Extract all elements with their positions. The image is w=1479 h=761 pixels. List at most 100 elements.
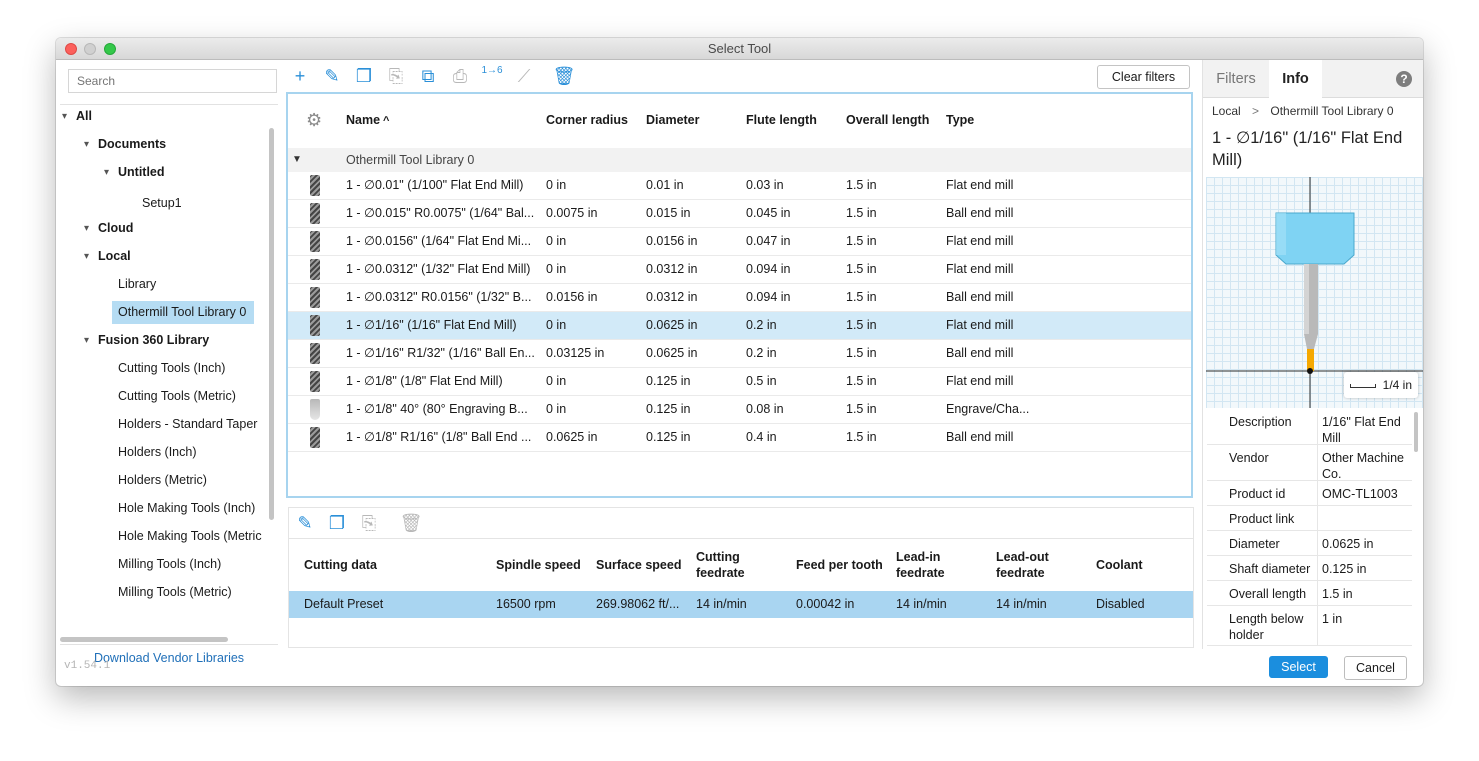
table-cell: 1.5 in (846, 402, 877, 416)
chevron-down-icon[interactable]: ▾ (84, 217, 89, 240)
column-header[interactable]: Name ^ (346, 94, 389, 146)
table-row[interactable]: 1 - ∅1/8" (1/8" Flat End Mill) 0 in 0.125 … (288, 368, 1191, 396)
table-row[interactable]: 1 - ∅1/8" 40° (80° Engraving B... 0 in 0.1… (288, 396, 1191, 424)
cutting-column-header[interactable]: Lead-out feedrate (996, 539, 1049, 590)
table-cell: Flat end mill (946, 374, 1014, 388)
property-key: Diameter (1229, 537, 1280, 551)
edit-icon[interactable]: ✎ (320, 63, 344, 89)
collapse-triangle-icon[interactable]: ▼ (292, 148, 302, 172)
tree-item[interactable]: Othermill Tool Library 0 (112, 301, 255, 324)
paste-icon[interactable]: ⎘ (357, 510, 381, 536)
column-header[interactable]: Overall length (846, 94, 929, 146)
tree-item[interactable]: Library (118, 273, 156, 296)
tree-item[interactable]: Holders (Metric) (118, 469, 207, 492)
column-header[interactable]: Type (946, 94, 974, 146)
clear-filters-button[interactable]: Clear filters (1097, 65, 1190, 89)
cutting-column-header[interactable]: Lead-in feedrate (896, 539, 945, 590)
tree-item[interactable]: Cutting Tools (Inch) (118, 357, 225, 380)
table-row[interactable]: 1 - ∅1/16" (1/16" Flat End Mill) 0 in 0.06… (288, 312, 1191, 340)
zoom-window-button[interactable] (104, 43, 116, 55)
tree-item[interactable]: ▾ Untitled (104, 161, 165, 184)
tab-filters[interactable]: Filters (1203, 60, 1269, 98)
tree-item[interactable]: Milling Tools (Inch) (118, 553, 221, 576)
duplicate-icon[interactable]: ⧉ (416, 63, 440, 89)
table-row[interactable]: 1 - ∅0.0312" (1/32" Flat End Mill) 0 in 0.… (288, 256, 1191, 284)
tab-info[interactable]: Info (1269, 60, 1322, 99)
chevron-down-icon[interactable]: ▾ (84, 245, 89, 268)
column-header[interactable]: Flute length (746, 94, 817, 146)
chevron-down-icon[interactable]: ▾ (84, 329, 89, 352)
tree-horizontal-scrollbar[interactable] (60, 637, 228, 642)
tree-item[interactable]: ▾ Local (84, 245, 131, 268)
table-cell: 0.0156 in (646, 234, 698, 248)
ruler-icon (1350, 384, 1376, 388)
table-cell: 0 in (546, 318, 567, 332)
column-header[interactable]: Corner radius (546, 94, 628, 146)
renumber-icon[interactable]: 1→6 (480, 63, 504, 89)
cutting-column-header[interactable]: Cutting data (304, 539, 377, 590)
column-header[interactable]: Diameter (646, 94, 700, 146)
cancel-button[interactable]: Cancel (1344, 656, 1407, 680)
table-row[interactable]: 1 - ∅0.01" (1/100" Flat End Mill) 0 in 0.0… (288, 172, 1191, 200)
tree-item-label: Documents (98, 137, 167, 151)
tree-item[interactable]: Holders (Inch) (118, 441, 197, 464)
gear-icon[interactable]: ⚙ (306, 111, 322, 129)
properties-scrollbar[interactable] (1414, 412, 1418, 452)
tree-item[interactable]: Holders - Standard Taper (118, 413, 257, 436)
tool-preview[interactable]: 1/4 in (1206, 177, 1423, 408)
table-cell: 0.125 in (646, 430, 691, 444)
select-button[interactable]: Select (1269, 656, 1328, 678)
table-cell: Engrave/Cha... (946, 402, 1030, 416)
library-group-row[interactable]: ▼ Othermill Tool Library 0 (288, 148, 1191, 172)
cutting-column-header[interactable]: Surface speed (596, 539, 681, 590)
copy-icon[interactable]: ❐ (325, 510, 349, 536)
tree-item[interactable]: ▾ All (62, 105, 92, 128)
chevron-down-icon[interactable]: ▾ (84, 133, 89, 156)
tree-item[interactable]: Milling Tools (Metric) (118, 581, 232, 604)
tree-item[interactable]: Hole Making Tools (Metric (118, 525, 262, 548)
cutting-data-row[interactable]: Default Preset 16500 rpm 269.98062 ft/... 1… (289, 591, 1193, 618)
tree-item[interactable]: Cutting Tools (Metric) (118, 385, 236, 408)
tree-item-label: Othermill Tool Library 0 (118, 305, 247, 319)
table-row[interactable]: 1 - ∅1/8" R1/16" (1/8" Ball End ... 0.062… (288, 424, 1191, 452)
table-row[interactable]: 1 - ∅1/16" R1/32" (1/16" Ball En... 0.031… (288, 340, 1191, 368)
table-row[interactable]: 1 - ∅0.0156" (1/64" Flat End Mi... 0 in 0.… (288, 228, 1191, 256)
cutting-column-header-label: Coolant (1096, 557, 1143, 572)
cutting-column-header[interactable]: Feed per tooth (796, 539, 883, 590)
library-search-input[interactable] (68, 69, 277, 93)
cutting-column-header[interactable]: Coolant (1096, 539, 1143, 590)
edit-icon[interactable]: ✎ (293, 510, 317, 536)
chevron-down-icon[interactable]: ▾ (62, 105, 67, 128)
delete-icon[interactable]: 🗑 (399, 510, 423, 536)
minimize-window-button[interactable] (84, 43, 96, 55)
tree-item[interactable]: ▾ Fusion 360 Library (84, 329, 209, 352)
tree-item[interactable]: Setup1 (142, 192, 182, 215)
cutting-column-header[interactable]: Spindle speed (496, 539, 581, 590)
breadcrumb-library[interactable]: Othermill Tool Library 0 (1270, 104, 1393, 118)
cutting-column-header[interactable]: Cutting feedrate (696, 539, 745, 590)
tree-item[interactable]: ▾ Cloud (84, 217, 133, 240)
tree-vertical-scrollbar[interactable] (269, 128, 274, 520)
paste-icon[interactable]: ⎘ (384, 63, 408, 89)
chevron-down-icon[interactable]: ▾ (104, 161, 109, 184)
close-window-button[interactable] (65, 43, 77, 55)
add-icon[interactable]: + (288, 63, 312, 89)
tree-item[interactable]: Hole Making Tools (Inch) (118, 497, 255, 520)
tree-item[interactable]: ▾ Documents (84, 133, 167, 156)
cutting-data-cell: 14 in/min (996, 597, 1047, 611)
property-value: OMC-TL1003 (1317, 481, 1412, 505)
property-value (1317, 506, 1412, 530)
delete-icon[interactable]: 🗑 (552, 63, 576, 89)
print-icon[interactable]: ⎙ (448, 63, 472, 89)
breadcrumb-local[interactable]: Local (1212, 104, 1241, 118)
property-value: 0.125 in (1317, 556, 1412, 580)
help-icon[interactable]: ? (1396, 71, 1412, 87)
property-key: Product link (1229, 512, 1295, 526)
copy-icon[interactable]: ❐ (352, 63, 376, 89)
breadcrumb-separator-icon: > (1252, 104, 1260, 118)
end-mill-icon (310, 287, 320, 308)
table-row[interactable]: 1 - ∅0.0312" R0.0156" (1/32" B... 0.0156 … (288, 284, 1191, 312)
table-row[interactable]: 1 - ∅0.015" R0.0075" (1/64" Bal... 0.0075… (288, 200, 1191, 228)
measure-icon[interactable]: ⟋ (512, 63, 536, 89)
table-cell: 0.094 in (746, 262, 791, 276)
